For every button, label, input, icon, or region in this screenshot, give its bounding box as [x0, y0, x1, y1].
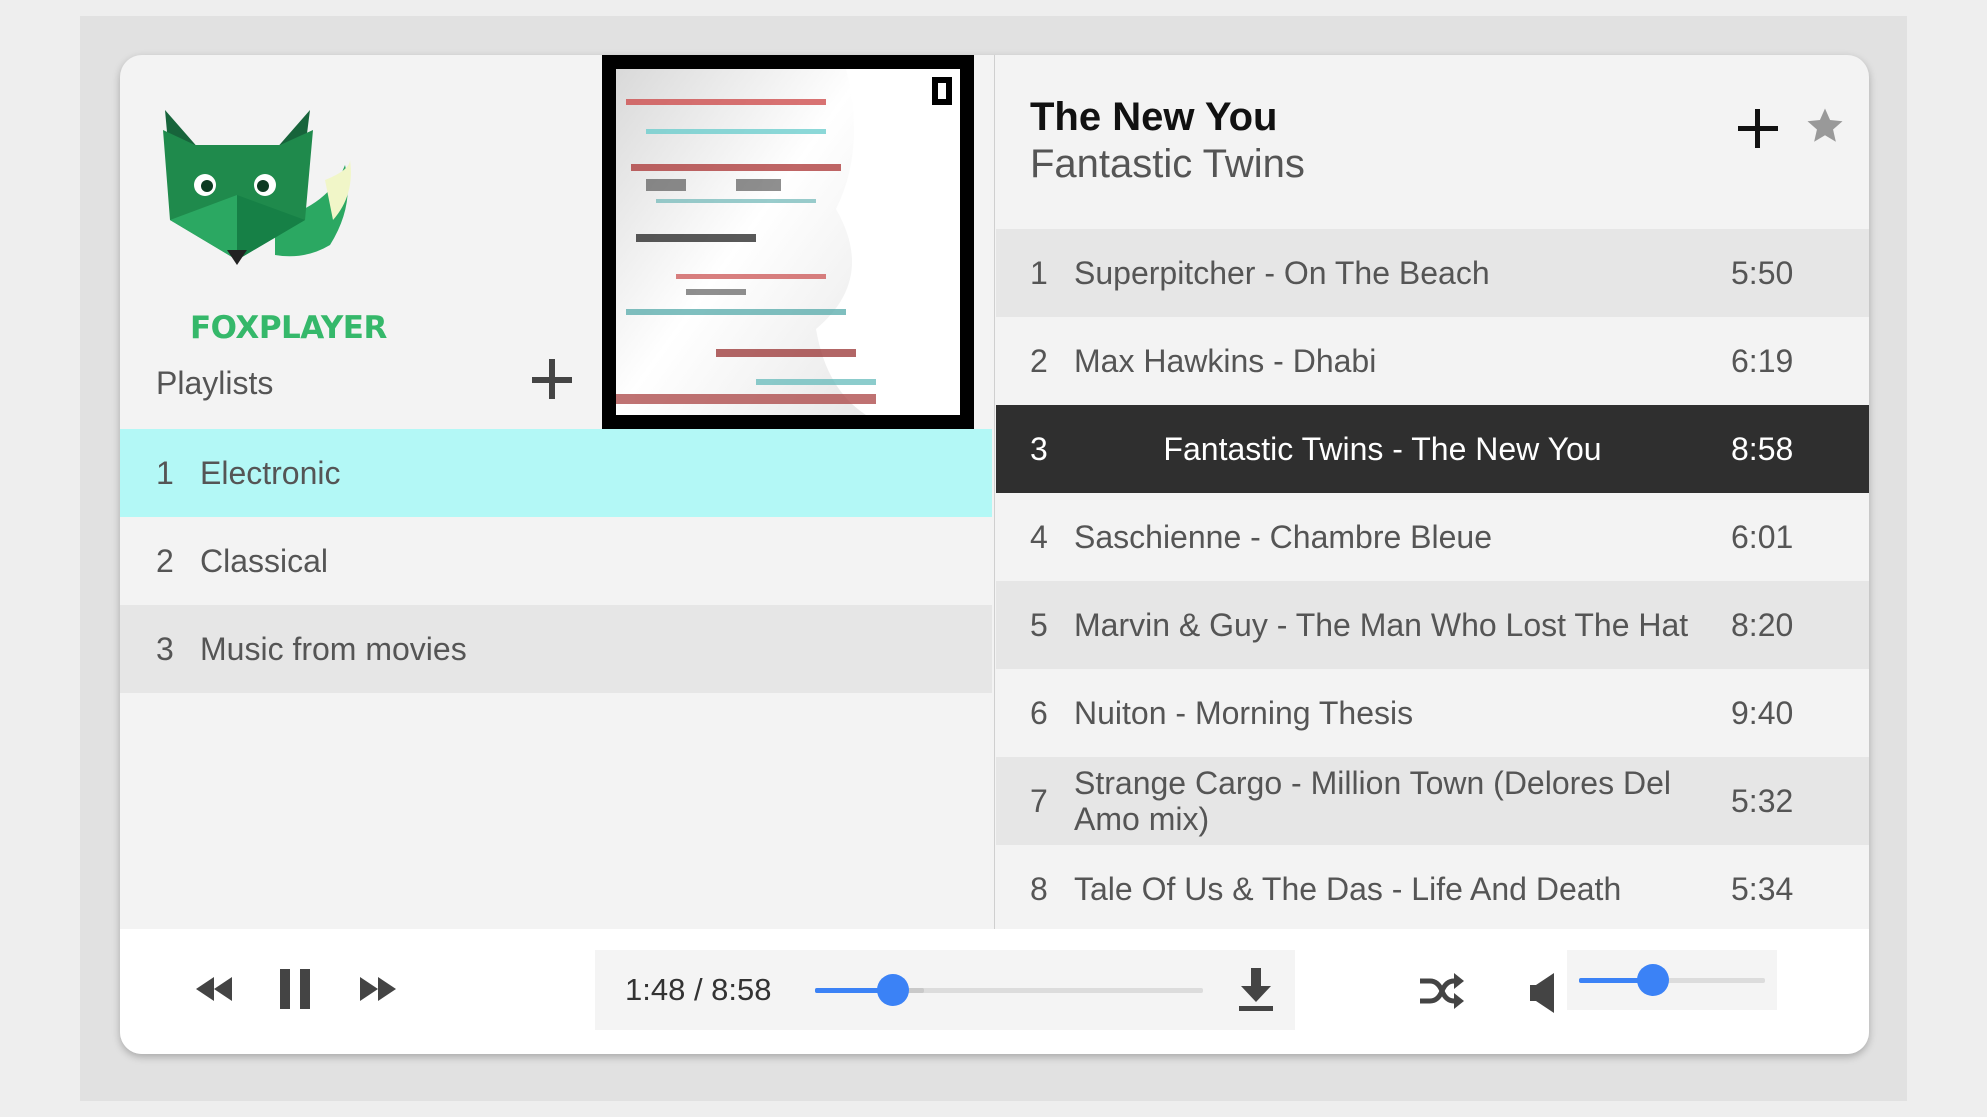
track-duration: 6:19: [1731, 342, 1794, 379]
volume-panel: [1567, 950, 1777, 1010]
playlist-name: Classical: [200, 542, 329, 579]
track-number: 6: [1030, 694, 1048, 731]
fast-forward-icon[interactable]: [358, 974, 398, 1009]
pause-icon[interactable]: [278, 969, 314, 1014]
track-duration: 5:50: [1731, 254, 1794, 291]
playlist-item[interactable]: 3 Music from movies: [120, 605, 992, 693]
track-row[interactable]: 1 Superpitcher - On The Beach 5:50: [996, 229, 1869, 317]
track-number: 8: [1030, 870, 1048, 907]
track-name: Saschienne - Chambre Bleue: [1074, 519, 1493, 555]
volume-icon[interactable]: [1530, 973, 1556, 1018]
track-number: 3: [1030, 430, 1048, 467]
track-row[interactable]: 8 Tale Of Us & The Das - Life And Death …: [996, 845, 1869, 933]
download-icon[interactable]: [1237, 968, 1275, 1017]
brand-name: FOXPLAYER: [190, 310, 387, 346]
track-duration: 5:34: [1731, 870, 1794, 907]
rewind-icon[interactable]: [194, 974, 234, 1009]
playlist-name: Electronic: [200, 454, 341, 491]
playlist-item[interactable]: 1 Electronic: [120, 429, 992, 517]
now-playing-title: The New You: [1030, 95, 1278, 139]
track-row[interactable]: 2 Max Hawkins - Dhabi 6:19: [996, 317, 1869, 405]
track-duration: 8:20: [1731, 606, 1794, 643]
track-list: 1 Superpitcher - On The Beach 5:50 2 Max…: [996, 229, 1869, 933]
playlist-name: Music from movies: [200, 630, 467, 667]
track-name: Tale Of Us & The Das - Life And Death: [1074, 871, 1622, 907]
now-playing-artist: Fantastic Twins: [1030, 142, 1305, 186]
track-name: Superpitcher - On The Beach: [1074, 255, 1490, 291]
seek-panel: 1:48 / 8:58: [595, 950, 1295, 1030]
track-row[interactable]: 5 Marvin & Guy - The Man Who Lost The Ha…: [996, 581, 1869, 669]
playlist-number: 2: [156, 542, 174, 579]
shuffle-icon[interactable]: [1418, 973, 1464, 1014]
column-divider: [994, 55, 995, 929]
track-duration: 8:58: [1731, 430, 1794, 467]
track-duration: 9:40: [1731, 694, 1794, 731]
playlist-item[interactable]: 2 Classical: [120, 517, 992, 605]
foxplayer-logo: FOXPLAYER: [155, 110, 387, 346]
track-row-active[interactable]: 3 Fantastic Twins - The New You 8:58: [996, 405, 1869, 493]
track-row[interactable]: 7 Strange Cargo - Million Town (Delores …: [996, 757, 1869, 845]
track-name: Max Hawkins - Dhabi: [1074, 343, 1377, 379]
track-name: Strange Cargo - Million Town (Delores De…: [1074, 765, 1671, 837]
track-duration: 6:01: [1731, 518, 1794, 555]
playlists-heading: Playlists: [156, 365, 274, 401]
track-number: 5: [1030, 606, 1048, 643]
playlist-number: 3: [156, 630, 174, 667]
track-number: 2: [1030, 342, 1048, 379]
add-to-playlist-button[interactable]: [1738, 107, 1782, 151]
track-row[interactable]: 6 Nuiton - Morning Thesis 9:40: [996, 669, 1869, 757]
track-name: Nuiton - Morning Thesis: [1074, 695, 1414, 731]
track-name: Fantastic Twins - The New You: [1163, 431, 1602, 467]
player-window: FOXPLAYER Playlists 1 Electronic 2 Class…: [120, 55, 1869, 1054]
seek-handle[interactable]: [876, 974, 909, 1006]
track-duration: 5:32: [1731, 782, 1794, 819]
track-number: 7: [1030, 782, 1048, 819]
album-cover-image: [616, 69, 960, 415]
track-number: 1: [1030, 254, 1048, 291]
track-number: 4: [1030, 518, 1048, 555]
volume-handle[interactable]: [1637, 964, 1670, 996]
track-row[interactable]: 4 Saschienne - Chambre Bleue 6:01: [996, 493, 1869, 581]
album-art: [602, 55, 974, 429]
playback-bar: 1:48 / 8:58: [120, 929, 1869, 1054]
playlist-list: 1 Electronic 2 Classical 3 Music from mo…: [120, 429, 992, 693]
track-name: Marvin & Guy - The Man Who Lost The Hat: [1074, 607, 1689, 643]
favorite-star-icon[interactable]: [1804, 105, 1846, 152]
add-playlist-button[interactable]: [532, 359, 576, 403]
fox-logo-icon: [163, 110, 351, 265]
playlist-number: 1: [156, 454, 174, 491]
time-display: 1:48 / 8:58: [625, 972, 772, 1007]
